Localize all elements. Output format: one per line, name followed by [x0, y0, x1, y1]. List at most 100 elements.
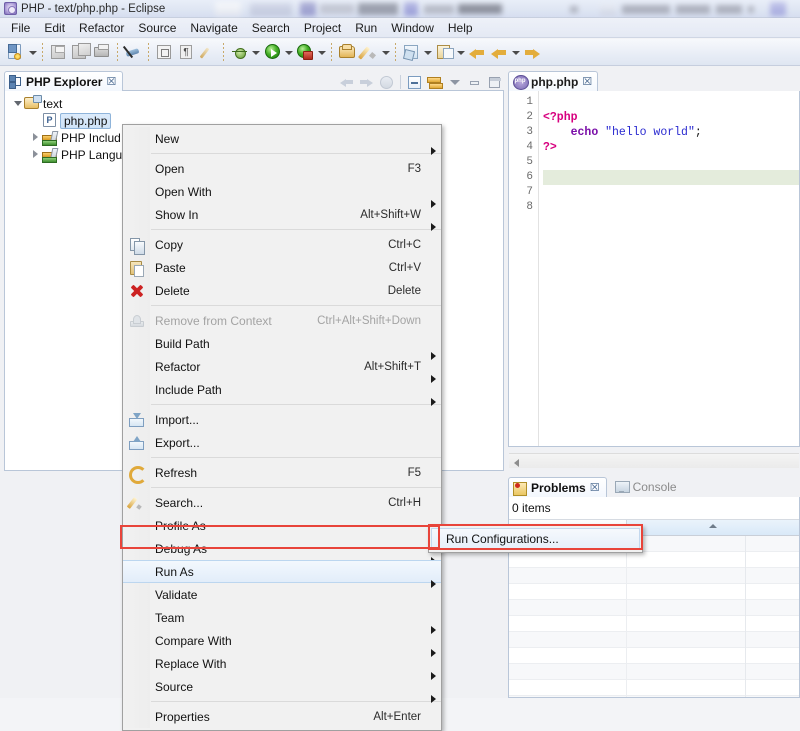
- menu-item-import[interactable]: Import...: [123, 408, 441, 431]
- table-row[interactable]: [509, 680, 799, 696]
- scroll-left-icon[interactable]: [509, 455, 522, 468]
- previous-annotation-icon[interactable]: [489, 42, 509, 62]
- menu-bar[interactable]: FileEditRefactorSourceNavigateSearchProj…: [0, 18, 800, 38]
- link-with-editor-icon[interactable]: [425, 73, 444, 91]
- menu-item-paste[interactable]: PasteCtrl+V: [123, 256, 441, 279]
- menu-item-refactor[interactable]: RefactorAlt+Shift+T: [123, 355, 441, 378]
- back-icon[interactable]: [467, 42, 487, 62]
- code-line[interactable]: ?>: [543, 140, 799, 155]
- back-icon[interactable]: [337, 73, 356, 91]
- run-as-submenu[interactable]: Run Configurations...: [428, 525, 643, 553]
- dropdown-arrow-icon[interactable]: [28, 43, 37, 61]
- table-row[interactable]: [509, 584, 799, 600]
- code-line[interactable]: [543, 200, 799, 215]
- tab-problems[interactable]: Problems ☒: [508, 477, 607, 497]
- show-view-icon[interactable]: [434, 42, 454, 62]
- table-row[interactable]: [509, 616, 799, 632]
- code-content[interactable]: <?php echo "hello world";?>: [539, 91, 799, 446]
- menu-item-team[interactable]: Team: [123, 606, 441, 629]
- dropdown-arrow-icon[interactable]: [251, 43, 260, 61]
- close-icon[interactable]: ☒: [582, 75, 592, 88]
- menu-item-show-in[interactable]: Show InAlt+Shift+W: [123, 203, 441, 226]
- code-line[interactable]: [543, 170, 799, 185]
- menu-item-source[interactable]: Source: [123, 675, 441, 698]
- menu-window[interactable]: Window: [384, 19, 441, 37]
- tab-php-php[interactable]: php.php ☒: [508, 71, 598, 91]
- menu-item-replace-with[interactable]: Replace With: [123, 652, 441, 675]
- table-row[interactable]: [509, 552, 799, 568]
- toggle-annotations-icon[interactable]: [123, 42, 143, 62]
- table-row[interactable]: [509, 632, 799, 648]
- print-icon[interactable]: [92, 42, 112, 62]
- menu-item-include-path[interactable]: Include Path: [123, 378, 441, 401]
- open-type-icon[interactable]: [337, 42, 357, 62]
- twisty-collapsed-icon[interactable]: [29, 146, 42, 163]
- menu-item-compare-with[interactable]: Compare With: [123, 629, 441, 652]
- file-context-menu[interactable]: New OpenF3Open WithShow InAlt+Shift+W Copy…: [122, 124, 442, 731]
- pencil-icon[interactable]: [198, 42, 218, 62]
- run-profile-icon[interactable]: [295, 42, 315, 62]
- forward-icon[interactable]: [522, 42, 542, 62]
- dropdown-arrow-icon[interactable]: [456, 43, 465, 61]
- php-explorer-view-toolbar[interactable]: [337, 72, 504, 91]
- menu-help[interactable]: Help: [441, 19, 480, 37]
- toggle-block-selection-icon[interactable]: [154, 42, 174, 62]
- dropdown-arrow-icon[interactable]: [317, 43, 326, 61]
- menu-item-run-as[interactable]: Run As: [123, 560, 441, 583]
- menu-item-search[interactable]: Search...Ctrl+H: [123, 491, 441, 514]
- close-icon[interactable]: ☒: [106, 75, 116, 88]
- menu-item-properties[interactable]: PropertiesAlt+Enter: [123, 705, 441, 728]
- maximize-icon[interactable]: [485, 73, 504, 91]
- menu-item-export[interactable]: Export...: [123, 431, 441, 454]
- main-toolbar[interactable]: ¶: [0, 39, 800, 66]
- menu-edit[interactable]: Edit: [37, 19, 72, 37]
- menu-item-open[interactable]: OpenF3: [123, 157, 441, 180]
- table-row[interactable]: [509, 568, 799, 584]
- new-file-icon[interactable]: [6, 42, 26, 62]
- dropdown-arrow-icon[interactable]: [284, 43, 293, 61]
- code-line[interactable]: [543, 155, 799, 170]
- close-icon[interactable]: ☒: [590, 481, 600, 494]
- show-whitespace-icon[interactable]: ¶: [176, 42, 196, 62]
- submenu-item-run-configurations[interactable]: Run Configurations...: [431, 528, 640, 550]
- save-icon[interactable]: [48, 42, 68, 62]
- new-php-element-icon[interactable]: [359, 42, 379, 62]
- up-icon[interactable]: [377, 73, 396, 91]
- dropdown-arrow-icon[interactable]: [511, 43, 520, 61]
- editor-horizontal-scrollbar[interactable]: [509, 453, 799, 468]
- menu-item-validate[interactable]: Validate: [123, 583, 441, 606]
- menu-navigate[interactable]: Navigate: [183, 19, 244, 37]
- code-line[interactable]: [543, 185, 799, 200]
- menu-item-debug-as[interactable]: Debug As: [123, 537, 441, 560]
- open-perspective-icon[interactable]: [401, 42, 421, 62]
- menu-search[interactable]: Search: [245, 19, 297, 37]
- menu-item-build-path[interactable]: Build Path: [123, 332, 441, 355]
- column-header-resource[interactable]: [627, 520, 799, 535]
- run-icon[interactable]: [262, 42, 282, 62]
- table-row[interactable]: [509, 648, 799, 664]
- table-row[interactable]: [509, 600, 799, 616]
- menu-item-refresh[interactable]: RefreshF5: [123, 461, 441, 484]
- menu-project[interactable]: Project: [297, 19, 348, 37]
- menu-file[interactable]: File: [4, 19, 37, 37]
- table-row[interactable]: [509, 664, 799, 680]
- menu-source[interactable]: Source: [131, 19, 183, 37]
- menu-refactor[interactable]: Refactor: [72, 19, 131, 37]
- dropdown-arrow-icon[interactable]: [423, 43, 432, 61]
- forward-icon[interactable]: [357, 73, 376, 91]
- menu-item-open-with[interactable]: Open With: [123, 180, 441, 203]
- code-line[interactable]: [543, 95, 799, 110]
- save-all-icon[interactable]: [70, 42, 90, 62]
- code-line[interactable]: echo "hello world";: [543, 125, 799, 140]
- tab-php-explorer[interactable]: PHP Explorer ☒: [4, 71, 123, 91]
- menu-item-copy[interactable]: CopyCtrl+C: [123, 233, 441, 256]
- tab-console[interactable]: Console: [607, 477, 683, 497]
- menu-run[interactable]: Run: [348, 19, 384, 37]
- minimize-icon[interactable]: [465, 73, 484, 91]
- twisty-expanded-icon[interactable]: [11, 95, 24, 112]
- menu-item-delete[interactable]: DeleteDelete: [123, 279, 441, 302]
- debug-icon[interactable]: [229, 42, 249, 62]
- menu-item-new[interactable]: New: [123, 127, 441, 150]
- collapse-all-icon[interactable]: [405, 73, 424, 91]
- code-line[interactable]: <?php: [543, 110, 799, 125]
